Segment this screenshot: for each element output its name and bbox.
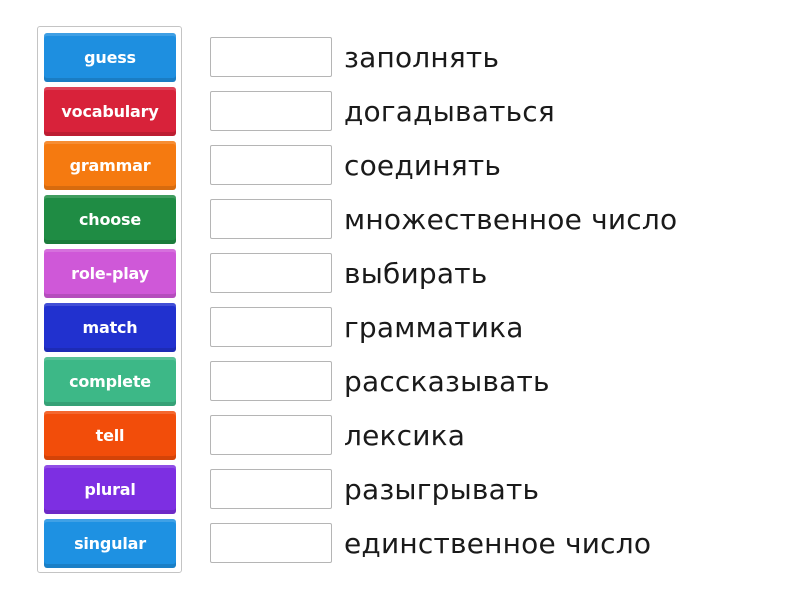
word-tile-guess[interactable]: guess [44,33,176,82]
match-row: единственное число [210,521,651,565]
match-row: рассказывать [210,359,550,403]
target-definition: единственное число [344,526,652,560]
drop-target-box[interactable] [210,469,332,509]
word-tile-match[interactable]: match [44,303,176,352]
match-row: соединять [210,143,501,187]
target-definition: выбирать [344,256,488,290]
drop-target-box[interactable] [210,199,332,239]
drop-target-box[interactable] [210,415,332,455]
drop-target-box[interactable] [210,145,332,185]
drop-target-box[interactable] [210,361,332,401]
drop-target-box[interactable] [210,91,332,131]
word-tile-grammar[interactable]: grammar [44,141,176,190]
match-row: грамматика [210,305,524,349]
match-row: множественное число [210,197,677,241]
target-definition: грамматика [344,310,524,344]
word-tile-tell[interactable]: tell [44,411,176,460]
drop-target-box[interactable] [210,253,332,293]
drop-target-box[interactable] [210,307,332,347]
target-definition: заполнять [344,40,500,74]
drop-target-box[interactable] [210,37,332,77]
target-definition: догадываться [344,94,555,128]
word-tile-choose[interactable]: choose [44,195,176,244]
match-row: догадываться [210,89,555,133]
target-definition: множественное число [344,202,678,236]
word-tile-panel: guess vocabulary grammar choose role-pla… [37,26,182,573]
target-definition: соединять [344,148,502,182]
word-tile-singular[interactable]: singular [44,519,176,568]
match-row: заполнять [210,35,499,79]
word-tile-role-play[interactable]: role-play [44,249,176,298]
match-row: разыгрывать [210,467,539,511]
drop-target-box[interactable] [210,523,332,563]
match-row: выбирать [210,251,487,295]
target-definition: рассказывать [344,364,550,398]
word-tile-vocabulary[interactable]: vocabulary [44,87,176,136]
target-definition: лексика [344,418,466,452]
word-tile-plural[interactable]: plural [44,465,176,514]
match-row: лексика [210,413,465,457]
word-tile-complete[interactable]: complete [44,357,176,406]
target-definition: разыгрывать [344,472,540,506]
